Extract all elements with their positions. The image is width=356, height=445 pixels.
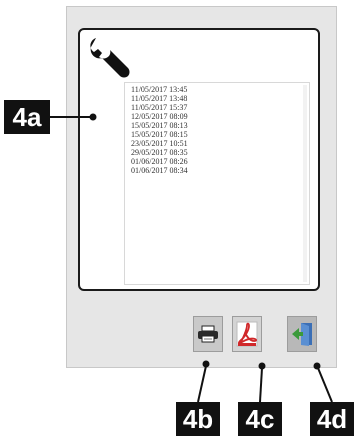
log-entry[interactable]: 01/06/2017 08:34 [131,166,309,175]
wrench-icon [90,38,130,78]
exit-door-icon [292,323,312,346]
callout-4c: 4c [238,402,282,436]
log-entry[interactable]: 01/06/2017 08:26 [131,157,309,166]
log-entry[interactable]: 11/05/2017 13:45 [131,85,309,94]
printer-icon [198,325,218,343]
log-scrollbar[interactable] [303,85,307,282]
export-pdf-button[interactable] [232,316,262,352]
exit-button[interactable] [287,316,317,352]
log-entry[interactable]: 12/05/2017 08:09 [131,112,309,121]
log-entry[interactable]: 11/05/2017 15:37 [131,103,309,112]
callout-4d: 4d [310,402,354,436]
log-entry[interactable]: 15/05/2017 08:15 [131,130,309,139]
pdf-icon [236,321,258,347]
log-entry[interactable]: 23/05/2017 10:51 [131,139,309,148]
callout-4b: 4b [176,402,220,436]
log-list[interactable]: 11/05/2017 13:45 11/05/2017 13:48 11/05/20… [124,82,310,285]
log-entry[interactable]: 11/05/2017 13:48 [131,94,309,103]
callout-4a: 4a [4,100,50,134]
log-entry[interactable]: 29/05/2017 08:35 [131,148,309,157]
log-entry[interactable]: 15/05/2017 08:13 [131,121,309,130]
print-button[interactable] [193,316,223,352]
